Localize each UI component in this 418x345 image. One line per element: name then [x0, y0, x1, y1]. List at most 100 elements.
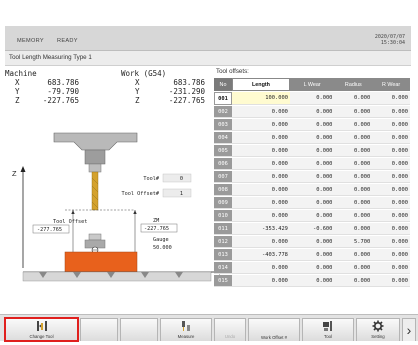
radius-cell[interactable]: 0.000 [334, 106, 373, 118]
table-row[interactable]: 014 0.000 0.000 0.000 0.000 [214, 262, 410, 274]
offset-no-cell: 013 [214, 249, 232, 261]
radius-cell[interactable]: 0.000 [334, 184, 373, 196]
length-cell[interactable]: 0.000 [232, 184, 290, 196]
l-wear-cell[interactable]: 0.000 [289, 249, 335, 261]
r-wear-cell[interactable]: 0.000 [372, 262, 410, 274]
r-wear-cell[interactable]: 0.000 [372, 119, 410, 131]
softkey-bar: Change Tool Measure Undo Work Offset # T… [0, 314, 418, 342]
length-cell[interactable]: 0.000 [232, 119, 290, 131]
r-wear-cell[interactable]: 0.000 [372, 132, 410, 144]
radius-cell[interactable]: 5.700 [334, 236, 373, 248]
r-wear-cell[interactable]: 0.000 [372, 158, 410, 170]
gauge-value: 50.000 [153, 245, 172, 251]
r-wear-cell[interactable]: 0.000 [372, 210, 410, 222]
length-cell[interactable]: 0.000 [232, 210, 290, 222]
table-row[interactable]: 007 0.000 0.000 0.000 0.000 [214, 171, 410, 183]
length-cell[interactable]: -403.778 [232, 249, 290, 261]
length-cell[interactable]: 0.000 [232, 262, 290, 274]
l-wear-cell[interactable]: 0.000 [289, 106, 335, 118]
l-wear-cell[interactable]: 0.000 [289, 184, 335, 196]
column-header-r-wear[interactable]: R Wear [372, 78, 410, 91]
length-cell[interactable]: 0.000 [232, 145, 290, 157]
table-row[interactable]: 010 0.000 0.000 0.000 0.000 [214, 210, 410, 222]
r-wear-cell[interactable]: 0.000 [372, 184, 410, 196]
radius-cell[interactable]: 0.000 [334, 119, 373, 131]
length-cell[interactable]: 0.000 [232, 197, 290, 209]
r-wear-cell[interactable]: 0.000 [372, 197, 410, 209]
l-wear-cell[interactable]: 0.000 [289, 236, 335, 248]
l-wear-cell[interactable]: 0.000 [289, 119, 335, 131]
column-header-length[interactable]: Length [232, 78, 290, 91]
length-cell[interactable]: 0.000 [232, 132, 290, 144]
l-wear-cell[interactable]: 0.000 [289, 262, 335, 274]
r-wear-cell[interactable]: 0.000 [372, 171, 410, 183]
l-wear-cell[interactable]: 0.000 [289, 275, 335, 287]
spindle-head [53, 132, 138, 173]
length-cell[interactable]: 100.000 [232, 92, 290, 105]
l-wear-cell[interactable]: 0.000 [289, 132, 335, 144]
radius-cell[interactable]: 0.000 [334, 262, 373, 274]
table-row[interactable]: 005 0.000 0.000 0.000 0.000 [214, 145, 410, 157]
length-cell[interactable]: -353.429 [232, 223, 290, 235]
radius-cell[interactable]: 0.000 [334, 275, 373, 287]
radius-cell[interactable]: 0.000 [334, 171, 373, 183]
l-wear-cell[interactable]: 0.000 [289, 171, 335, 183]
r-wear-cell[interactable]: 0.000 [372, 275, 410, 287]
r-wear-cell[interactable]: 0.000 [372, 249, 410, 261]
workpiece [64, 251, 138, 273]
radius-cell[interactable]: 0.000 [334, 145, 373, 157]
length-cell[interactable]: 0.000 [232, 106, 290, 118]
tool-icon [323, 321, 332, 331]
l-wear-cell[interactable]: 0.000 [289, 197, 335, 209]
r-wear-cell[interactable]: 0.000 [372, 106, 410, 118]
r-wear-cell[interactable]: 0.000 [372, 223, 410, 235]
table-row[interactable]: 009 0.000 0.000 0.000 0.000 [214, 197, 410, 209]
time-label: 15:30:04 [380, 40, 405, 46]
length-cell[interactable]: 0.000 [232, 275, 290, 287]
table-row[interactable]: 006 0.000 0.000 0.000 0.000 [214, 158, 410, 170]
radius-cell[interactable]: 0.000 [334, 210, 373, 222]
softkey-blank-1[interactable] [80, 318, 118, 341]
table-row[interactable]: 003 0.000 0.000 0.000 0.000 [214, 119, 410, 131]
work-offset-button[interactable]: Work Offset # [248, 318, 300, 341]
l-wear-cell[interactable]: 0.000 [289, 158, 335, 170]
zm-value: -227.765 [144, 226, 169, 232]
length-cell[interactable]: 0.000 [232, 171, 290, 183]
measure-button[interactable]: Measure [160, 318, 212, 341]
next-page-button[interactable]: › [402, 318, 416, 341]
table-row[interactable]: 001 100.000 0.000 0.000 0.000 [214, 92, 410, 105]
l-wear-cell[interactable]: 0.000 [289, 145, 335, 157]
l-wear-cell[interactable]: 0.000 [289, 92, 335, 105]
r-wear-cell[interactable]: 0.000 [372, 145, 410, 157]
mode-label: MEMORY [17, 38, 44, 44]
r-wear-cell[interactable]: 0.000 [372, 92, 410, 105]
radius-cell[interactable]: 0.000 [334, 158, 373, 170]
radius-cell[interactable]: 0.000 [334, 92, 373, 105]
radius-cell[interactable]: 0.000 [334, 223, 373, 235]
length-cell[interactable]: 0.000 [232, 158, 290, 170]
r-wear-cell[interactable]: 0.000 [372, 236, 410, 248]
change-tool-button[interactable]: Change Tool [4, 317, 79, 342]
table-row[interactable]: 012 0.000 0.000 5.700 0.000 [214, 236, 410, 248]
radius-cell[interactable]: 0.000 [334, 249, 373, 261]
tool-button[interactable]: Tool [302, 318, 354, 341]
column-header-radius[interactable]: Radius [334, 78, 373, 91]
setting-label: Setting [371, 334, 385, 339]
table-row[interactable]: 015 0.000 0.000 0.000 0.000 [214, 275, 410, 287]
l-wear-cell[interactable]: 0.000 [289, 210, 335, 222]
setting-button[interactable]: Setting [356, 318, 400, 341]
offset-no-cell: 003 [214, 119, 232, 131]
table-row[interactable]: 011 -353.429 -0.600 0.000 0.000 [214, 223, 410, 235]
l-wear-cell[interactable]: -0.600 [289, 223, 335, 235]
table-row[interactable]: 002 0.000 0.000 0.000 0.000 [214, 106, 410, 118]
table-row[interactable]: 004 0.000 0.000 0.000 0.000 [214, 132, 410, 144]
column-header-l-wear[interactable]: L Wear [289, 78, 335, 91]
table-row[interactable]: 013 -403.778 0.000 0.000 0.000 [214, 249, 410, 261]
offset-no-cell: 014 [214, 262, 232, 274]
undo-button[interactable]: Undo [214, 318, 246, 341]
radius-cell[interactable]: 0.000 [334, 132, 373, 144]
table-row[interactable]: 008 0.000 0.000 0.000 0.000 [214, 184, 410, 196]
length-cell[interactable]: 0.000 [232, 236, 290, 248]
radius-cell[interactable]: 0.000 [334, 197, 373, 209]
softkey-blank-2[interactable] [120, 318, 158, 341]
